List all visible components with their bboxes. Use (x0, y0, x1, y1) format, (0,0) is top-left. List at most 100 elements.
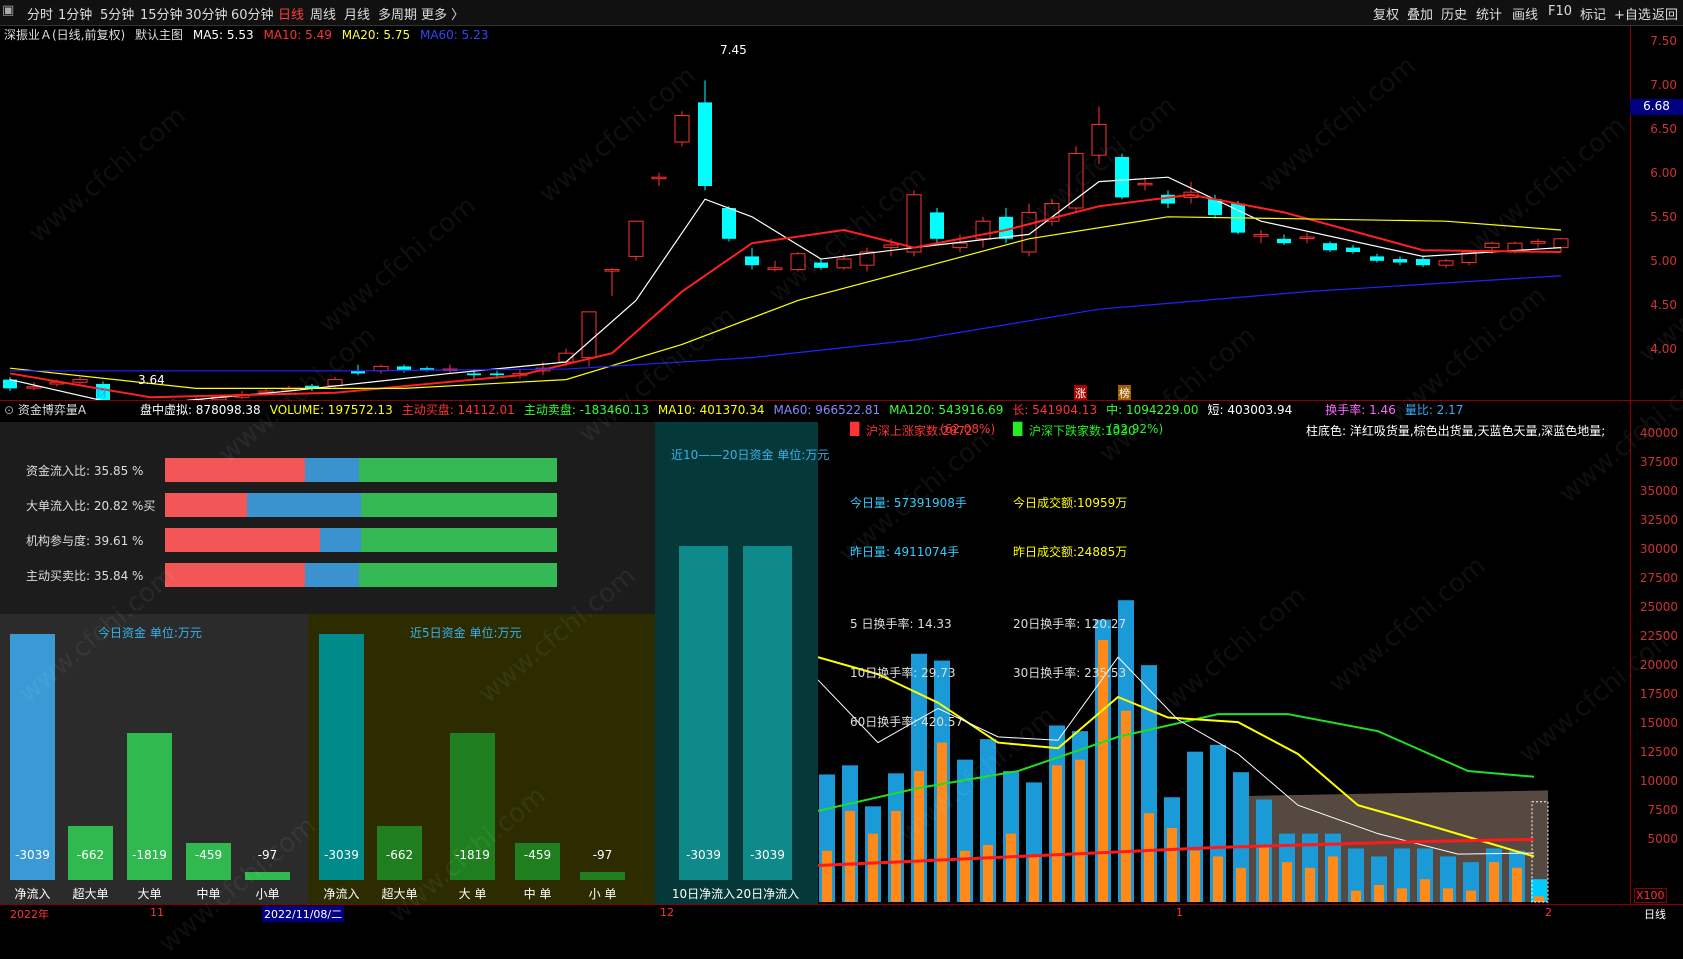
menu-icon[interactable]: ▣ (2, 3, 14, 18)
candle-body[interactable] (698, 102, 712, 186)
toolbar-button-6[interactable]: 标记 (1580, 4, 1606, 23)
candle-body[interactable] (953, 243, 967, 247)
fund-bar-value: -662 (367, 848, 432, 862)
candle-body[interactable] (1531, 241, 1545, 243)
candle-body[interactable] (1554, 239, 1568, 248)
toolbar-button-2[interactable]: 历史 (1441, 4, 1467, 23)
candle-body[interactable] (1277, 239, 1291, 243)
toolbar-button-4[interactable]: 画线 (1512, 4, 1538, 23)
fund-bar-value: -97 (570, 848, 635, 862)
date-label-jan: 1 (1176, 906, 1183, 919)
ma60-label: MA60: 5.23 (420, 28, 488, 42)
collapse-icon[interactable]: ⊙ (4, 403, 14, 417)
candle-body[interactable] (605, 270, 619, 272)
candle-body[interactable] (1323, 243, 1337, 250)
active-volume-bar (1075, 760, 1085, 902)
candle-body[interactable] (582, 312, 596, 358)
candle-body[interactable] (768, 268, 782, 270)
active-volume-bar (1466, 891, 1476, 902)
ranking-marker[interactable]: 榜 (1118, 385, 1131, 401)
date-label-feb: 2 (1545, 906, 1552, 919)
period-label[interactable]: 日线 (1644, 906, 1666, 922)
price-tick-1: 7.00 (1650, 78, 1677, 92)
sub-indicator-value-5: MA60: 966522.81 (774, 403, 881, 417)
period-tab-3[interactable]: 15分钟 (140, 4, 183, 23)
fund-bar-0[interactable] (679, 546, 728, 880)
rise-marker[interactable]: 涨 (1074, 385, 1087, 401)
candle-body[interactable] (467, 373, 481, 375)
active-volume-bar (1534, 896, 1544, 902)
active-volume-bar (1305, 868, 1315, 902)
candle-body[interactable] (397, 366, 411, 370)
candle-body[interactable] (1346, 248, 1360, 252)
candle-body[interactable] (490, 373, 504, 375)
period-tab-5[interactable]: 60分钟 (231, 4, 274, 23)
candle-body[interactable] (1138, 183, 1152, 185)
toolbar-button-5[interactable]: F10 (1548, 4, 1572, 19)
period-tab-2[interactable]: 5分钟 (100, 4, 134, 23)
candle-body[interactable] (907, 195, 921, 252)
period-tab-10[interactable]: 更多 〉 (421, 4, 464, 23)
price-tick-5: 5.00 (1650, 254, 1677, 268)
stock-title[interactable]: 深振业Ａ(日线,前复权) (4, 28, 125, 42)
candle-body[interactable] (1393, 259, 1407, 263)
period-tab-9[interactable]: 多周期 (378, 4, 417, 23)
color-legend: 柱底色: 洋红吸货量,棕色出货量,天蓝色天量,深蓝色地量; (1306, 422, 1605, 439)
candle-body[interactable] (1300, 237, 1314, 239)
candle-body[interactable] (930, 212, 944, 238)
ma10-label: MA10: 5.49 (263, 28, 331, 42)
price-tick-2: 6.50 (1650, 122, 1677, 136)
inflow-segment (165, 563, 305, 587)
active-volume-bar (1236, 868, 1246, 902)
five-day-title: 近5日资金 单位:万元 (410, 624, 522, 641)
today-amount: 今日成交额:10959万 (1013, 494, 1127, 511)
period-tab-7[interactable]: 周线 (310, 4, 336, 23)
candle-body[interactable] (73, 380, 87, 383)
toolbar-button-7[interactable]: +自选 (1614, 4, 1651, 23)
period-tab-8[interactable]: 月线 (344, 4, 370, 23)
candle-body[interactable] (722, 208, 736, 239)
candle-body[interactable] (652, 177, 666, 179)
active-volume-bar (1443, 888, 1453, 902)
fund-bar-category: 中 单 (501, 885, 574, 902)
candle-body[interactable] (629, 221, 643, 256)
period-tab-0[interactable]: 分时 (27, 4, 53, 23)
candle-body[interactable] (1416, 259, 1430, 265)
period-tab-4[interactable]: 30分钟 (185, 4, 228, 23)
volume-tick-1: 37500 (1640, 455, 1678, 469)
candle-body[interactable] (675, 116, 689, 142)
outflow-segment (361, 493, 557, 517)
candle-body[interactable] (1370, 256, 1384, 260)
indicator-name[interactable]: 资金博弈量A (18, 403, 86, 417)
active-volume-bar (822, 851, 832, 902)
ratio-label: 机构参与度: 39.61 % (26, 532, 143, 549)
candle-body[interactable] (884, 245, 898, 248)
ma20-label: MA20: 5.75 (342, 28, 410, 42)
candle-body[interactable] (27, 387, 41, 389)
period-tab-6[interactable]: 日线 (278, 4, 304, 23)
sub-indicator-value-9: 短: 403003.94 (1207, 403, 1292, 417)
active-volume-bar (983, 845, 993, 902)
volume-tick-13: 7500 (1647, 803, 1678, 817)
volume-tick-14: 5000 (1647, 832, 1678, 846)
candle-body[interactable] (745, 256, 759, 265)
candle-body[interactable] (1254, 234, 1268, 236)
ratio-bar (165, 458, 557, 482)
fund-bar-0[interactable] (319, 634, 364, 880)
toolbar-button-1[interactable]: 叠加 (1407, 4, 1433, 23)
toolbar-button-3[interactable]: 统计 (1476, 4, 1502, 23)
fund-bar-1[interactable] (743, 546, 792, 880)
period-tab-1[interactable]: 1分钟 (58, 4, 92, 23)
active-volume-bar (1374, 885, 1384, 902)
active-volume-bar (1328, 856, 1338, 902)
toolbar-button-8[interactable]: 返回 (1652, 4, 1678, 23)
toolbar-button-0[interactable]: 复权 (1373, 4, 1399, 23)
active-volume-bar (845, 811, 855, 902)
fund-bar-4[interactable] (580, 872, 625, 880)
finance-marker[interactable]: 财 (96, 385, 107, 401)
ratio-bar (165, 493, 557, 517)
volume-tick-6: 25000 (1640, 600, 1678, 614)
ratio-bar (165, 563, 557, 587)
candle-body[interactable] (1439, 261, 1453, 265)
chart-mode-label[interactable]: 默认主图 (135, 28, 183, 42)
